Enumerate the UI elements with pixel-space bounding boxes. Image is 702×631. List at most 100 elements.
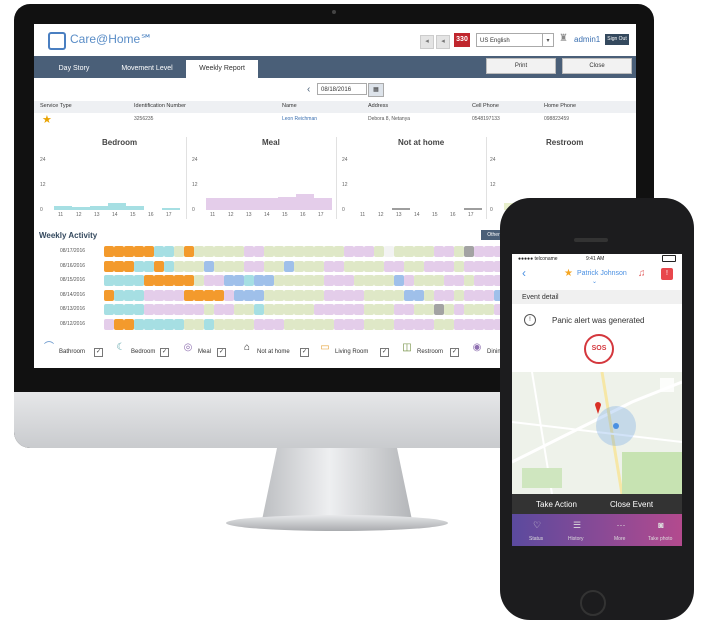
activity-cell[interactable] xyxy=(344,260,354,272)
cell-name[interactable]: Leon Reichman xyxy=(282,116,317,122)
activity-cell[interactable] xyxy=(194,275,204,286)
activity-cell[interactable] xyxy=(374,246,384,257)
activity-cell[interactable] xyxy=(444,304,454,315)
activity-cell[interactable] xyxy=(124,289,134,301)
activity-cell[interactable] xyxy=(324,289,334,301)
activity-cell[interactable] xyxy=(174,318,184,330)
activity-cell[interactable] xyxy=(124,275,134,286)
activity-cell[interactable] xyxy=(364,246,374,257)
activity-cell[interactable] xyxy=(174,260,184,272)
activity-cell[interactable] xyxy=(234,260,244,272)
activity-cell[interactable] xyxy=(304,304,314,315)
activity-cell[interactable] xyxy=(244,289,254,301)
activity-cell[interactable] xyxy=(364,289,374,301)
more-icon[interactable]: ⋯ xyxy=(614,520,628,532)
activity-cell[interactable] xyxy=(444,289,454,301)
activity-cell[interactable] xyxy=(254,275,264,286)
heart-icon[interactable]: ♡ xyxy=(530,520,544,532)
signout-button[interactable]: Sign Out xyxy=(605,34,629,45)
activity-cell[interactable] xyxy=(214,260,224,272)
activity-cell[interactable] xyxy=(104,304,114,315)
activity-cell[interactable] xyxy=(454,289,464,301)
activity-cell[interactable] xyxy=(484,318,494,330)
activity-cell[interactable] xyxy=(264,246,274,257)
home-button[interactable] xyxy=(580,590,606,616)
activity-cell[interactable] xyxy=(244,318,254,330)
date-input[interactable]: 08/18/2016 xyxy=(317,83,367,95)
activity-cell[interactable] xyxy=(294,318,304,330)
activity-cell[interactable] xyxy=(204,246,214,257)
activity-cell[interactable] xyxy=(204,304,214,315)
activity-cell[interactable] xyxy=(354,304,364,315)
activity-cell[interactable] xyxy=(354,318,364,330)
print-button[interactable]: Print xyxy=(486,58,556,74)
activity-cell[interactable] xyxy=(394,289,404,301)
legend-checkbox[interactable]: ✓ xyxy=(94,348,103,357)
activity-cell[interactable] xyxy=(294,246,304,257)
activity-cell[interactable] xyxy=(254,318,264,330)
activity-cell[interactable] xyxy=(324,318,334,330)
activity-cell[interactable] xyxy=(404,289,414,301)
activity-cell[interactable] xyxy=(134,246,144,257)
activity-cell[interactable] xyxy=(164,260,174,272)
activity-cell[interactable] xyxy=(154,260,164,272)
activity-cell[interactable] xyxy=(104,289,114,301)
activity-cell[interactable] xyxy=(184,318,194,330)
activity-cell[interactable] xyxy=(164,304,174,315)
activity-cell[interactable] xyxy=(134,275,144,286)
activity-cell[interactable] xyxy=(414,318,424,330)
legend-checkbox[interactable]: ✓ xyxy=(300,348,309,357)
activity-cell[interactable] xyxy=(404,246,414,257)
activity-cell[interactable] xyxy=(164,318,174,330)
activity-cell[interactable] xyxy=(144,260,154,272)
activity-cell[interactable] xyxy=(274,275,284,286)
legend-checkbox[interactable]: ✓ xyxy=(217,348,226,357)
activity-cell[interactable] xyxy=(454,246,464,257)
activity-cell[interactable] xyxy=(294,289,304,301)
chevron-down-icon[interactable]: ⌄ xyxy=(592,278,597,285)
activity-cell[interactable] xyxy=(304,246,314,257)
activity-cell[interactable] xyxy=(224,289,234,301)
activity-cell[interactable] xyxy=(254,289,264,301)
activity-cell[interactable] xyxy=(444,260,454,272)
activity-cell[interactable] xyxy=(224,246,234,257)
activity-cell[interactable] xyxy=(464,304,474,315)
activity-cell[interactable] xyxy=(284,246,294,257)
activity-cell[interactable] xyxy=(304,289,314,301)
activity-cell[interactable] xyxy=(154,246,164,257)
activity-cell[interactable] xyxy=(104,260,114,272)
take-action-button[interactable]: Take Action xyxy=(536,500,577,509)
activity-cell[interactable] xyxy=(354,275,364,286)
camera-icon[interactable]: ◙ xyxy=(654,520,668,532)
activity-cell[interactable] xyxy=(294,304,304,315)
activity-cell[interactable] xyxy=(214,318,224,330)
activity-cell[interactable] xyxy=(224,260,234,272)
activity-cell[interactable] xyxy=(404,275,414,286)
activity-cell[interactable] xyxy=(234,318,244,330)
activity-cell[interactable] xyxy=(464,275,474,286)
activity-cell[interactable] xyxy=(144,304,154,315)
activity-cell[interactable] xyxy=(194,318,204,330)
bell-alert-icon[interactable]: ♫ xyxy=(638,268,646,279)
activity-cell[interactable] xyxy=(274,289,284,301)
activity-cell[interactable] xyxy=(424,260,434,272)
activity-cell[interactable] xyxy=(374,260,384,272)
activity-cell[interactable] xyxy=(114,304,124,315)
activity-cell[interactable] xyxy=(264,275,274,286)
activity-cell[interactable] xyxy=(144,246,154,257)
activity-cell[interactable] xyxy=(314,289,324,301)
activity-cell[interactable] xyxy=(354,260,364,272)
activity-cell[interactable] xyxy=(314,304,324,315)
activity-cell[interactable] xyxy=(124,246,134,257)
activity-cell[interactable] xyxy=(334,260,344,272)
activity-cell[interactable] xyxy=(314,246,324,257)
activity-cell[interactable] xyxy=(404,304,414,315)
activity-cell[interactable] xyxy=(274,304,284,315)
activity-cell[interactable] xyxy=(314,275,324,286)
alert-badge[interactable]: ! xyxy=(661,268,673,280)
activity-cell[interactable] xyxy=(304,275,314,286)
activity-cell[interactable] xyxy=(254,246,264,257)
activity-cell[interactable] xyxy=(474,289,484,301)
activity-cell[interactable] xyxy=(454,275,464,286)
activity-cell[interactable] xyxy=(424,318,434,330)
